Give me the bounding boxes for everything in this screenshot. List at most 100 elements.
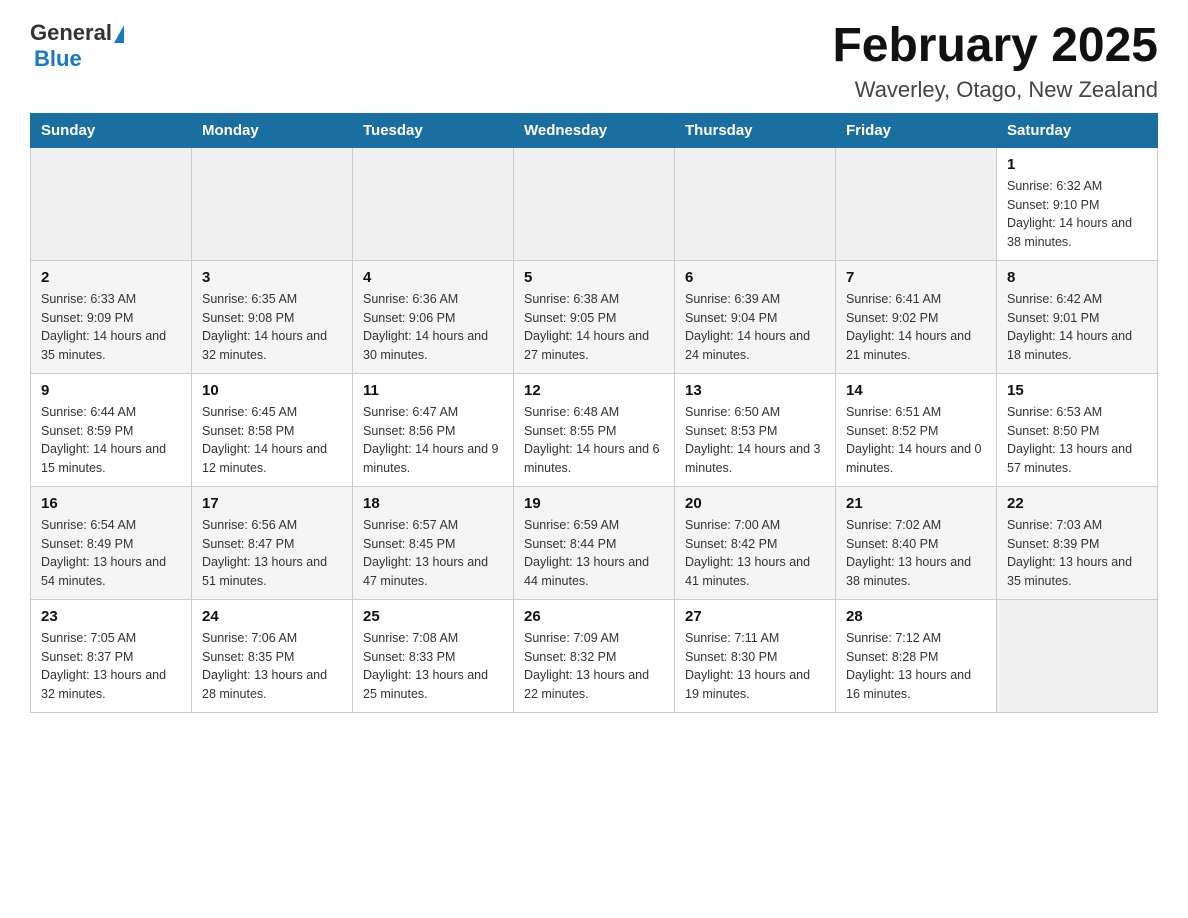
calendar-cell: 9Sunrise: 6:44 AM Sunset: 8:59 PM Daylig…: [31, 373, 192, 486]
day-info: Sunrise: 6:56 AM Sunset: 8:47 PM Dayligh…: [202, 516, 342, 591]
calendar-cell: 5 Sunrise: 6:38 AM Sunset: 9:05 PM Daylig…: [514, 260, 675, 373]
day-info: Sunrise: 6:38 AM Sunset: 9:05 PM Dayligh…: [524, 290, 664, 365]
weekday-header-sunday: Sunday: [31, 113, 192, 147]
day-number: 3: [202, 269, 342, 286]
day-info: Sunrise: 6:36 AM Sunset: 9:06 PM Dayligh…: [363, 290, 503, 365]
weekday-header-friday: Friday: [836, 113, 997, 147]
calendar-cell: 2Sunrise: 6:33 AM Sunset: 9:09 PM Daylig…: [31, 260, 192, 373]
day-number: 8: [1007, 269, 1147, 286]
day-number: 20: [685, 495, 825, 512]
day-info: Sunrise: 6:45 AM Sunset: 8:58 PM Dayligh…: [202, 403, 342, 478]
day-info: Sunrise: 6:35 AM Sunset: 9:08 PM Dayligh…: [202, 290, 342, 365]
day-info: Sunrise: 6:48 AM Sunset: 8:55 PM Dayligh…: [524, 403, 664, 478]
weekday-header-row: SundayMondayTuesdayWednesdayThursdayFrid…: [31, 113, 1158, 147]
calendar-cell: 10 Sunrise: 6:45 AM Sunset: 8:58 PM Dayli…: [192, 373, 353, 486]
day-number: 21: [846, 495, 986, 512]
day-info: Sunrise: 6:42 AM Sunset: 9:01 PM Dayligh…: [1007, 290, 1147, 365]
calendar-week-row: 16Sunrise: 6:54 AM Sunset: 8:49 PM Dayli…: [31, 486, 1158, 599]
day-info: Sunrise: 6:51 AM Sunset: 8:52 PM Dayligh…: [846, 403, 986, 478]
calendar-cell: [836, 147, 997, 260]
calendar-cell: 21 Sunrise: 7:02 AM Sunset: 8:40 PM Dayli…: [836, 486, 997, 599]
calendar-cell: 4 Sunrise: 6:36 AM Sunset: 9:06 PM Daylig…: [353, 260, 514, 373]
weekday-header-thursday: Thursday: [675, 113, 836, 147]
day-info: Sunrise: 6:39 AM Sunset: 9:04 PM Dayligh…: [685, 290, 825, 365]
day-info: Sunrise: 7:09 AM Sunset: 8:32 PM Dayligh…: [524, 629, 664, 704]
day-number: 23: [41, 608, 181, 625]
day-info: Sunrise: 7:05 AM Sunset: 8:37 PM Dayligh…: [41, 629, 181, 704]
day-number: 27: [685, 608, 825, 625]
day-info: Sunrise: 6:53 AM Sunset: 8:50 PM Dayligh…: [1007, 403, 1147, 478]
month-title: February 2025: [832, 20, 1158, 73]
calendar-cell: 24 Sunrise: 7:06 AM Sunset: 8:35 PM Dayli…: [192, 599, 353, 712]
calendar-cell: 19Sunrise: 6:59 AM Sunset: 8:44 PM Dayli…: [514, 486, 675, 599]
calendar-cell: 23 Sunrise: 7:05 AM Sunset: 8:37 PM Dayli…: [31, 599, 192, 712]
day-info: Sunrise: 6:47 AM Sunset: 8:56 PM Dayligh…: [363, 403, 503, 478]
calendar-cell: [675, 147, 836, 260]
calendar-cell: [192, 147, 353, 260]
weekday-header-monday: Monday: [192, 113, 353, 147]
calendar-week-row: 2Sunrise: 6:33 AM Sunset: 9:09 PM Daylig…: [31, 260, 1158, 373]
day-info: Sunrise: 6:44 AM Sunset: 8:59 PM Dayligh…: [41, 403, 181, 478]
weekday-header-saturday: Saturday: [997, 113, 1158, 147]
day-number: 7: [846, 269, 986, 286]
calendar-cell: 14 Sunrise: 6:51 AM Sunset: 8:52 PM Dayli…: [836, 373, 997, 486]
day-info: Sunrise: 6:33 AM Sunset: 9:09 PM Dayligh…: [41, 290, 181, 365]
calendar-cell: 17 Sunrise: 6:56 AM Sunset: 8:47 PM Dayli…: [192, 486, 353, 599]
calendar-week-row: 9Sunrise: 6:44 AM Sunset: 8:59 PM Daylig…: [31, 373, 1158, 486]
location-subtitle: Waverley, Otago, New Zealand: [832, 77, 1158, 103]
calendar-cell: 15 Sunrise: 6:53 AM Sunset: 8:50 PM Dayli…: [997, 373, 1158, 486]
day-info: Sunrise: 7:12 AM Sunset: 8:28 PM Dayligh…: [846, 629, 986, 704]
calendar-cell: 27 Sunrise: 7:11 AM Sunset: 8:30 PM Dayli…: [675, 599, 836, 712]
calendar-cell: 25 Sunrise: 7:08 AM Sunset: 8:33 PM Dayli…: [353, 599, 514, 712]
day-info: Sunrise: 7:03 AM Sunset: 8:39 PM Dayligh…: [1007, 516, 1147, 591]
calendar-week-row: 1 Sunrise: 6:32 AM Sunset: 9:10 PM Daylig…: [31, 147, 1158, 260]
day-info: Sunrise: 7:11 AM Sunset: 8:30 PM Dayligh…: [685, 629, 825, 704]
calendar-table: SundayMondayTuesdayWednesdayThursdayFrid…: [30, 113, 1158, 713]
calendar-cell: 3 Sunrise: 6:35 AM Sunset: 9:08 PM Daylig…: [192, 260, 353, 373]
day-info: Sunrise: 6:50 AM Sunset: 8:53 PM Dayligh…: [685, 403, 825, 478]
calendar-cell: [997, 599, 1158, 712]
logo-general-text: General: [30, 20, 112, 46]
calendar-cell: 28 Sunrise: 7:12 AM Sunset: 8:28 PM Dayli…: [836, 599, 997, 712]
calendar-cell: 1 Sunrise: 6:32 AM Sunset: 9:10 PM Daylig…: [997, 147, 1158, 260]
day-number: 1: [1007, 156, 1147, 173]
day-number: 4: [363, 269, 503, 286]
day-info: Sunrise: 7:00 AM Sunset: 8:42 PM Dayligh…: [685, 516, 825, 591]
calendar-cell: 18 Sunrise: 6:57 AM Sunset: 8:45 PM Dayli…: [353, 486, 514, 599]
day-number: 10: [202, 382, 342, 399]
calendar-cell: [353, 147, 514, 260]
day-number: 14: [846, 382, 986, 399]
day-number: 13: [685, 382, 825, 399]
calendar-cell: 26 Sunrise: 7:09 AM Sunset: 8:32 PM Dayli…: [514, 599, 675, 712]
day-number: 11: [363, 382, 503, 399]
day-info: Sunrise: 6:57 AM Sunset: 8:45 PM Dayligh…: [363, 516, 503, 591]
day-number: 26: [524, 608, 664, 625]
day-number: 5: [524, 269, 664, 286]
calendar-cell: 11 Sunrise: 6:47 AM Sunset: 8:56 PM Dayli…: [353, 373, 514, 486]
day-info: Sunrise: 6:54 AM Sunset: 8:49 PM Dayligh…: [41, 516, 181, 591]
day-number: 18: [363, 495, 503, 512]
day-number: 22: [1007, 495, 1147, 512]
calendar-cell: 16Sunrise: 6:54 AM Sunset: 8:49 PM Dayli…: [31, 486, 192, 599]
day-info: Sunrise: 7:02 AM Sunset: 8:40 PM Dayligh…: [846, 516, 986, 591]
calendar-cell: [514, 147, 675, 260]
calendar-cell: 12Sunrise: 6:48 AM Sunset: 8:55 PM Dayli…: [514, 373, 675, 486]
calendar-cell: 6Sunrise: 6:39 AM Sunset: 9:04 PM Daylig…: [675, 260, 836, 373]
logo: General Blue: [30, 20, 124, 72]
day-number: 15: [1007, 382, 1147, 399]
day-info: Sunrise: 6:59 AM Sunset: 8:44 PM Dayligh…: [524, 516, 664, 591]
calendar-cell: 20 Sunrise: 7:00 AM Sunset: 8:42 PM Dayli…: [675, 486, 836, 599]
logo-blue-text: Blue: [34, 46, 82, 72]
day-info: Sunrise: 7:08 AM Sunset: 8:33 PM Dayligh…: [363, 629, 503, 704]
day-number: 25: [363, 608, 503, 625]
day-number: 17: [202, 495, 342, 512]
day-info: Sunrise: 7:06 AM Sunset: 8:35 PM Dayligh…: [202, 629, 342, 704]
day-number: 28: [846, 608, 986, 625]
calendar-cell: 13 Sunrise: 6:50 AM Sunset: 8:53 PM Dayli…: [675, 373, 836, 486]
day-info: Sunrise: 6:41 AM Sunset: 9:02 PM Dayligh…: [846, 290, 986, 365]
weekday-header-tuesday: Tuesday: [353, 113, 514, 147]
day-info: Sunrise: 6:32 AM Sunset: 9:10 PM Dayligh…: [1007, 177, 1147, 252]
calendar-cell: 7 Sunrise: 6:41 AM Sunset: 9:02 PM Daylig…: [836, 260, 997, 373]
weekday-header-wednesday: Wednesday: [514, 113, 675, 147]
day-number: 24: [202, 608, 342, 625]
